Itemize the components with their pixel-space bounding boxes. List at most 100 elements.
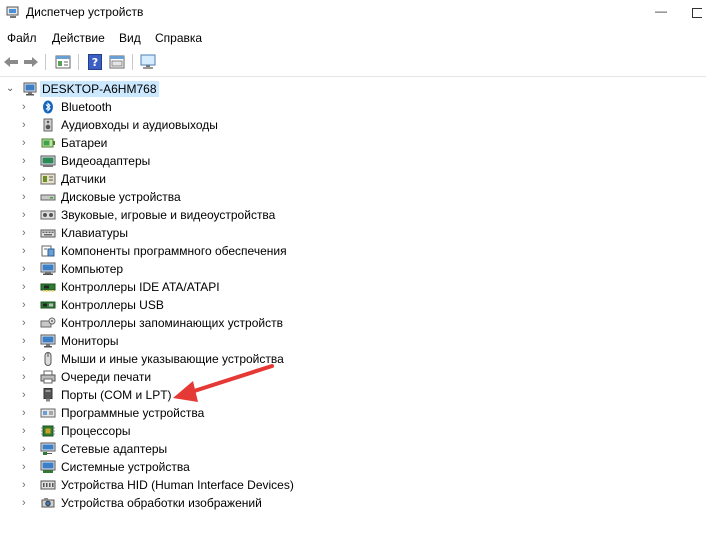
tree-item[interactable]: › Устройства HID (Human Interface Devices… bbox=[0, 476, 706, 494]
tree-item-label: Мыши и иные указывающие устройства bbox=[61, 352, 284, 366]
forward-arrow-icon bbox=[24, 57, 38, 67]
scan-hardware-button[interactable] bbox=[140, 53, 158, 71]
help-icon: ? bbox=[88, 54, 102, 70]
tree-item[interactable]: › Системные устройства bbox=[0, 458, 706, 476]
tree-item-label: Процессоры bbox=[61, 424, 131, 438]
chevron-right-icon[interactable]: › bbox=[22, 280, 32, 294]
toolbar-separator bbox=[132, 54, 133, 70]
svg-text:?: ? bbox=[92, 56, 98, 69]
chevron-right-icon[interactable]: › bbox=[22, 244, 32, 258]
chevron-right-icon[interactable]: › bbox=[22, 118, 32, 132]
tree-item[interactable]: › Компоненты программного обеспечения bbox=[0, 242, 706, 260]
chevron-right-icon[interactable]: › bbox=[22, 316, 32, 330]
chevron-right-icon[interactable]: › bbox=[22, 262, 32, 276]
tree-item-label: Устройства обработки изображений bbox=[61, 496, 262, 510]
window-title: Диспетчер устройств bbox=[26, 5, 144, 19]
tree-item-label: Контроллеры IDE ATA/ATAPI bbox=[61, 280, 220, 294]
tree-item-label: Контроллеры USB bbox=[61, 298, 164, 312]
chevron-right-icon[interactable]: › bbox=[22, 226, 32, 240]
tree-item[interactable]: › Устройства обработки изображений bbox=[0, 494, 706, 512]
usb-icon bbox=[40, 298, 56, 312]
menu-view[interactable]: Вид bbox=[119, 31, 141, 45]
chevron-right-icon[interactable]: › bbox=[22, 460, 32, 474]
tree-item[interactable]: › Аудиовходы и аудиовыходы bbox=[0, 116, 706, 134]
tree-item[interactable]: › Программные устройства bbox=[0, 404, 706, 422]
tree-item-label: Звуковые, игровые и видеоустройства bbox=[61, 208, 276, 222]
tree-item[interactable]: › Батареи bbox=[0, 134, 706, 152]
minimize-icon: — bbox=[655, 4, 667, 18]
tree-item[interactable]: › Звуковые, игровые и видеоустройства bbox=[0, 206, 706, 224]
tree-item-label: Компоненты программного обеспечения bbox=[61, 244, 287, 258]
chevron-right-icon[interactable]: › bbox=[22, 172, 32, 186]
tree-item[interactable]: › Порты (COM и LPT) bbox=[0, 386, 706, 404]
tree-root[interactable]: ⌄ DESKTOP-A6HM768 bbox=[0, 80, 706, 98]
printer-icon bbox=[40, 370, 56, 384]
speaker-icon bbox=[40, 118, 56, 132]
chevron-right-icon[interactable]: › bbox=[22, 154, 32, 168]
chevron-down-icon[interactable]: ⌄ bbox=[6, 83, 14, 94]
menu-file[interactable]: Файл bbox=[7, 31, 37, 45]
tree-item[interactable]: › Клавиатуры bbox=[0, 224, 706, 242]
tree-item[interactable]: › Видеоадаптеры bbox=[0, 152, 706, 170]
chevron-right-icon[interactable]: › bbox=[22, 352, 32, 366]
properties-button[interactable] bbox=[54, 53, 72, 71]
help-button[interactable]: ? bbox=[86, 53, 104, 71]
forward-button[interactable] bbox=[22, 53, 40, 71]
tree-item[interactable]: › Мониторы bbox=[0, 332, 706, 350]
menu-action[interactable]: Действие bbox=[52, 31, 105, 45]
keyboard-icon bbox=[40, 226, 56, 240]
imaging-device-icon bbox=[40, 496, 56, 510]
chevron-right-icon[interactable]: › bbox=[22, 478, 32, 492]
tree-item[interactable]: › Bluetooth bbox=[0, 98, 706, 116]
chevron-right-icon[interactable]: › bbox=[22, 496, 32, 510]
chevron-right-icon[interactable]: › bbox=[22, 424, 32, 438]
chevron-right-icon[interactable]: › bbox=[22, 442, 32, 456]
tree-item[interactable]: › Сетевые адаптеры bbox=[0, 440, 706, 458]
tree-item-label: Bluetooth bbox=[61, 100, 112, 114]
tree-item[interactable]: › Датчики bbox=[0, 170, 706, 188]
tree-item[interactable]: › Контроллеры запоминающих устройств bbox=[0, 314, 706, 332]
chevron-right-icon[interactable]: › bbox=[22, 100, 32, 114]
hid-icon bbox=[40, 478, 56, 492]
tree-item[interactable]: › Контроллеры USB bbox=[0, 296, 706, 314]
chevron-right-icon[interactable]: › bbox=[22, 406, 32, 420]
properties-icon bbox=[55, 55, 71, 69]
tree-item[interactable]: › Очереди печати bbox=[0, 368, 706, 386]
back-arrow-icon bbox=[4, 57, 18, 67]
tree-item-label: Системные устройства bbox=[61, 460, 190, 474]
tree-item-label: Датчики bbox=[61, 172, 106, 186]
tree-item-label: Видеоадаптеры bbox=[61, 154, 151, 168]
sound-icon bbox=[40, 208, 56, 222]
tree-item-label: Компьютер bbox=[61, 262, 124, 276]
computer-name-label: DESKTOP-A6HM768 bbox=[40, 81, 159, 97]
minimize-button[interactable]: — bbox=[652, 0, 670, 26]
tree-item-label: Аудиовходы и аудиовыходы bbox=[61, 118, 218, 132]
maximize-button[interactable] bbox=[688, 0, 706, 26]
chevron-right-icon[interactable]: › bbox=[22, 334, 32, 348]
chevron-right-icon[interactable]: › bbox=[22, 136, 32, 150]
computer-icon bbox=[23, 82, 37, 96]
back-button[interactable] bbox=[2, 53, 20, 71]
monitor-icon bbox=[40, 334, 56, 348]
tree-item[interactable]: › Процессоры bbox=[0, 422, 706, 440]
tree-item[interactable]: › Дисковые устройства bbox=[0, 188, 706, 206]
tree-item-label: Программные устройства bbox=[61, 406, 205, 420]
tree-item-label: Порты (COM и LPT) bbox=[61, 388, 172, 402]
toolbar-separator bbox=[45, 54, 46, 70]
tree-item-label: Контроллеры запоминающих устройств bbox=[61, 316, 283, 330]
chevron-right-icon[interactable]: › bbox=[22, 190, 32, 204]
software-device-icon bbox=[40, 406, 56, 420]
chevron-right-icon[interactable]: › bbox=[22, 388, 32, 402]
tree-item[interactable]: › Мыши и иные указывающие устройства bbox=[0, 350, 706, 368]
update-driver-button[interactable] bbox=[108, 53, 126, 71]
bluetooth-icon bbox=[40, 100, 56, 114]
tree-item[interactable]: › Компьютер bbox=[0, 260, 706, 278]
tree-item-label: Клавиатуры bbox=[61, 226, 128, 240]
tree-item[interactable]: › Контроллеры IDE ATA/ATAPI bbox=[0, 278, 706, 296]
chevron-right-icon[interactable]: › bbox=[22, 298, 32, 312]
toolbar-divider bbox=[0, 76, 706, 77]
tree-item-label: Очереди печати bbox=[61, 370, 152, 384]
menu-help[interactable]: Справка bbox=[155, 31, 202, 45]
chevron-right-icon[interactable]: › bbox=[22, 208, 32, 222]
chevron-right-icon[interactable]: › bbox=[22, 370, 32, 384]
